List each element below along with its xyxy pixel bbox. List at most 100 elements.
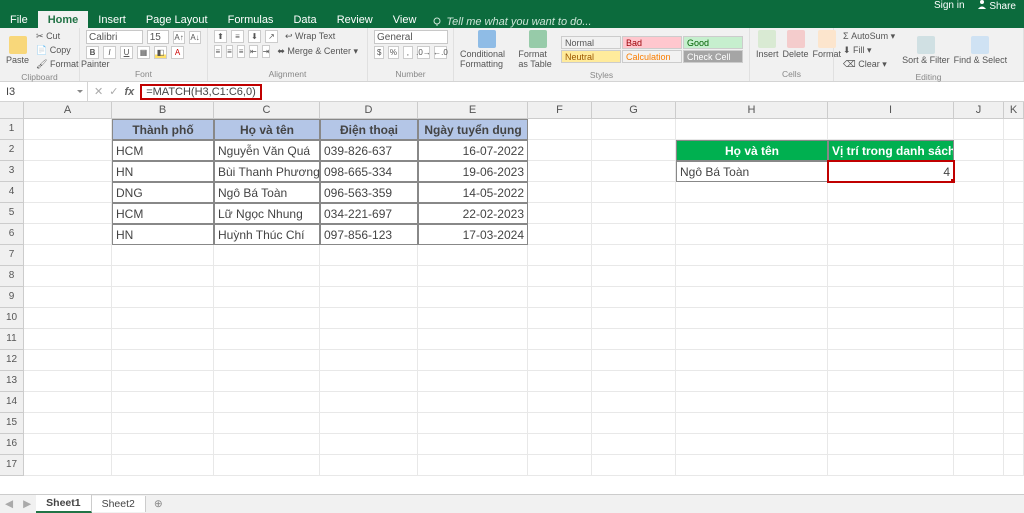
cell[interactable] [1004,434,1024,455]
col-header[interactable]: I [828,102,954,118]
cell[interactable] [24,182,112,203]
cell[interactable] [828,371,954,392]
confirm-formula-icon[interactable]: ✓ [109,85,118,98]
cell[interactable] [112,392,214,413]
cell[interactable] [828,350,954,371]
cell[interactable] [954,371,1004,392]
font-size-select[interactable]: 15 [147,30,169,44]
font-name-select[interactable]: Calibri [86,30,143,44]
cell[interactable]: Ngô Bá Toàn [676,161,828,182]
cell[interactable] [528,392,592,413]
cell[interactable] [954,245,1004,266]
cell[interactable] [528,182,592,203]
cell[interactable] [24,455,112,476]
inc-decimal-button[interactable]: .0→ [417,46,430,59]
cell[interactable] [1004,350,1024,371]
cell[interactable] [954,266,1004,287]
delete-cells-button[interactable]: Delete [783,30,809,59]
cell[interactable] [592,287,676,308]
select-all-triangle[interactable] [0,102,24,118]
shrink-font-button[interactable]: A↓ [189,31,201,44]
align-bottom-button[interactable]: ⬇ [248,30,261,43]
style-normal[interactable]: Normal [561,36,621,49]
row-header[interactable]: 6 [0,224,24,245]
cell[interactable] [112,371,214,392]
cell[interactable]: Bùi Thanh Phương [214,161,320,182]
cell[interactable] [592,329,676,350]
cell[interactable] [528,161,592,182]
cell[interactable]: Họ và tên [214,119,320,140]
col-header[interactable]: C [214,102,320,118]
cell[interactable]: HN [112,161,214,182]
cell[interactable]: HCM [112,140,214,161]
cell[interactable] [418,455,528,476]
tab-review[interactable]: Review [327,11,383,28]
cell[interactable] [214,413,320,434]
cell[interactable]: Nguyễn Văn Quá [214,140,320,161]
row-header[interactable]: 14 [0,392,24,413]
cell[interactable]: Ngô Bá Toàn [214,182,320,203]
cell[interactable] [676,266,828,287]
cell[interactable] [214,329,320,350]
cell[interactable]: 17-03-2024 [418,224,528,245]
cell[interactable] [954,350,1004,371]
clear-button[interactable]: ⌫ Clear ▾ [840,58,898,71]
cell[interactable] [592,245,676,266]
sort-filter-button[interactable]: Sort & Filter [902,36,950,65]
col-header[interactable]: K [1004,102,1024,118]
cell[interactable] [24,350,112,371]
cell[interactable] [1004,308,1024,329]
cell[interactable] [24,203,112,224]
cell[interactable]: Huỳnh Thúc Chí [214,224,320,245]
cell[interactable] [214,434,320,455]
cell[interactable]: Thành phố [112,119,214,140]
col-header[interactable]: E [418,102,528,118]
indent-dec-button[interactable]: ⇤ [249,45,258,58]
orientation-button[interactable]: ↗ [265,30,278,43]
cell[interactable] [214,266,320,287]
cell[interactable] [954,434,1004,455]
cell[interactable] [676,203,828,224]
accounting-button[interactable]: $ [374,46,384,59]
cell[interactable] [528,329,592,350]
cell[interactable] [24,119,112,140]
align-center-button[interactable]: ≡ [226,45,234,58]
fill-color-button[interactable]: ◧ [154,46,167,59]
find-select-button[interactable]: Find & Select [954,36,1008,65]
cell[interactable] [528,119,592,140]
tab-file[interactable]: File [0,11,38,28]
cell[interactable] [1004,224,1024,245]
cell[interactable] [214,287,320,308]
cell[interactable] [418,287,528,308]
tab-view[interactable]: View [383,11,427,28]
cell[interactable]: 19-06-2023 [418,161,528,182]
cell[interactable] [954,140,1004,161]
fx-icon[interactable]: fx [124,86,134,98]
percent-button[interactable]: % [388,46,398,59]
cell[interactable] [828,245,954,266]
cell[interactable] [24,140,112,161]
cell[interactable]: Họ và tên [676,140,828,161]
cell[interactable] [828,329,954,350]
row-header[interactable]: 12 [0,350,24,371]
cell[interactable] [528,413,592,434]
cell[interactable] [592,371,676,392]
border-button[interactable]: ▦ [137,46,150,59]
cell[interactable]: 098-665-334 [320,161,418,182]
cell[interactable] [676,413,828,434]
cell[interactable] [112,329,214,350]
col-header[interactable]: J [954,102,1004,118]
cell[interactable] [528,245,592,266]
col-header[interactable]: B [112,102,214,118]
cell[interactable] [24,266,112,287]
cell[interactable] [828,413,954,434]
cell[interactable] [320,350,418,371]
cell[interactable] [828,308,954,329]
row-header[interactable]: 5 [0,203,24,224]
cell[interactable] [676,224,828,245]
cell[interactable] [24,161,112,182]
cell[interactable] [418,371,528,392]
insert-cells-button[interactable]: Insert [756,30,779,59]
cell[interactable] [214,350,320,371]
cell[interactable]: 034-221-697 [320,203,418,224]
